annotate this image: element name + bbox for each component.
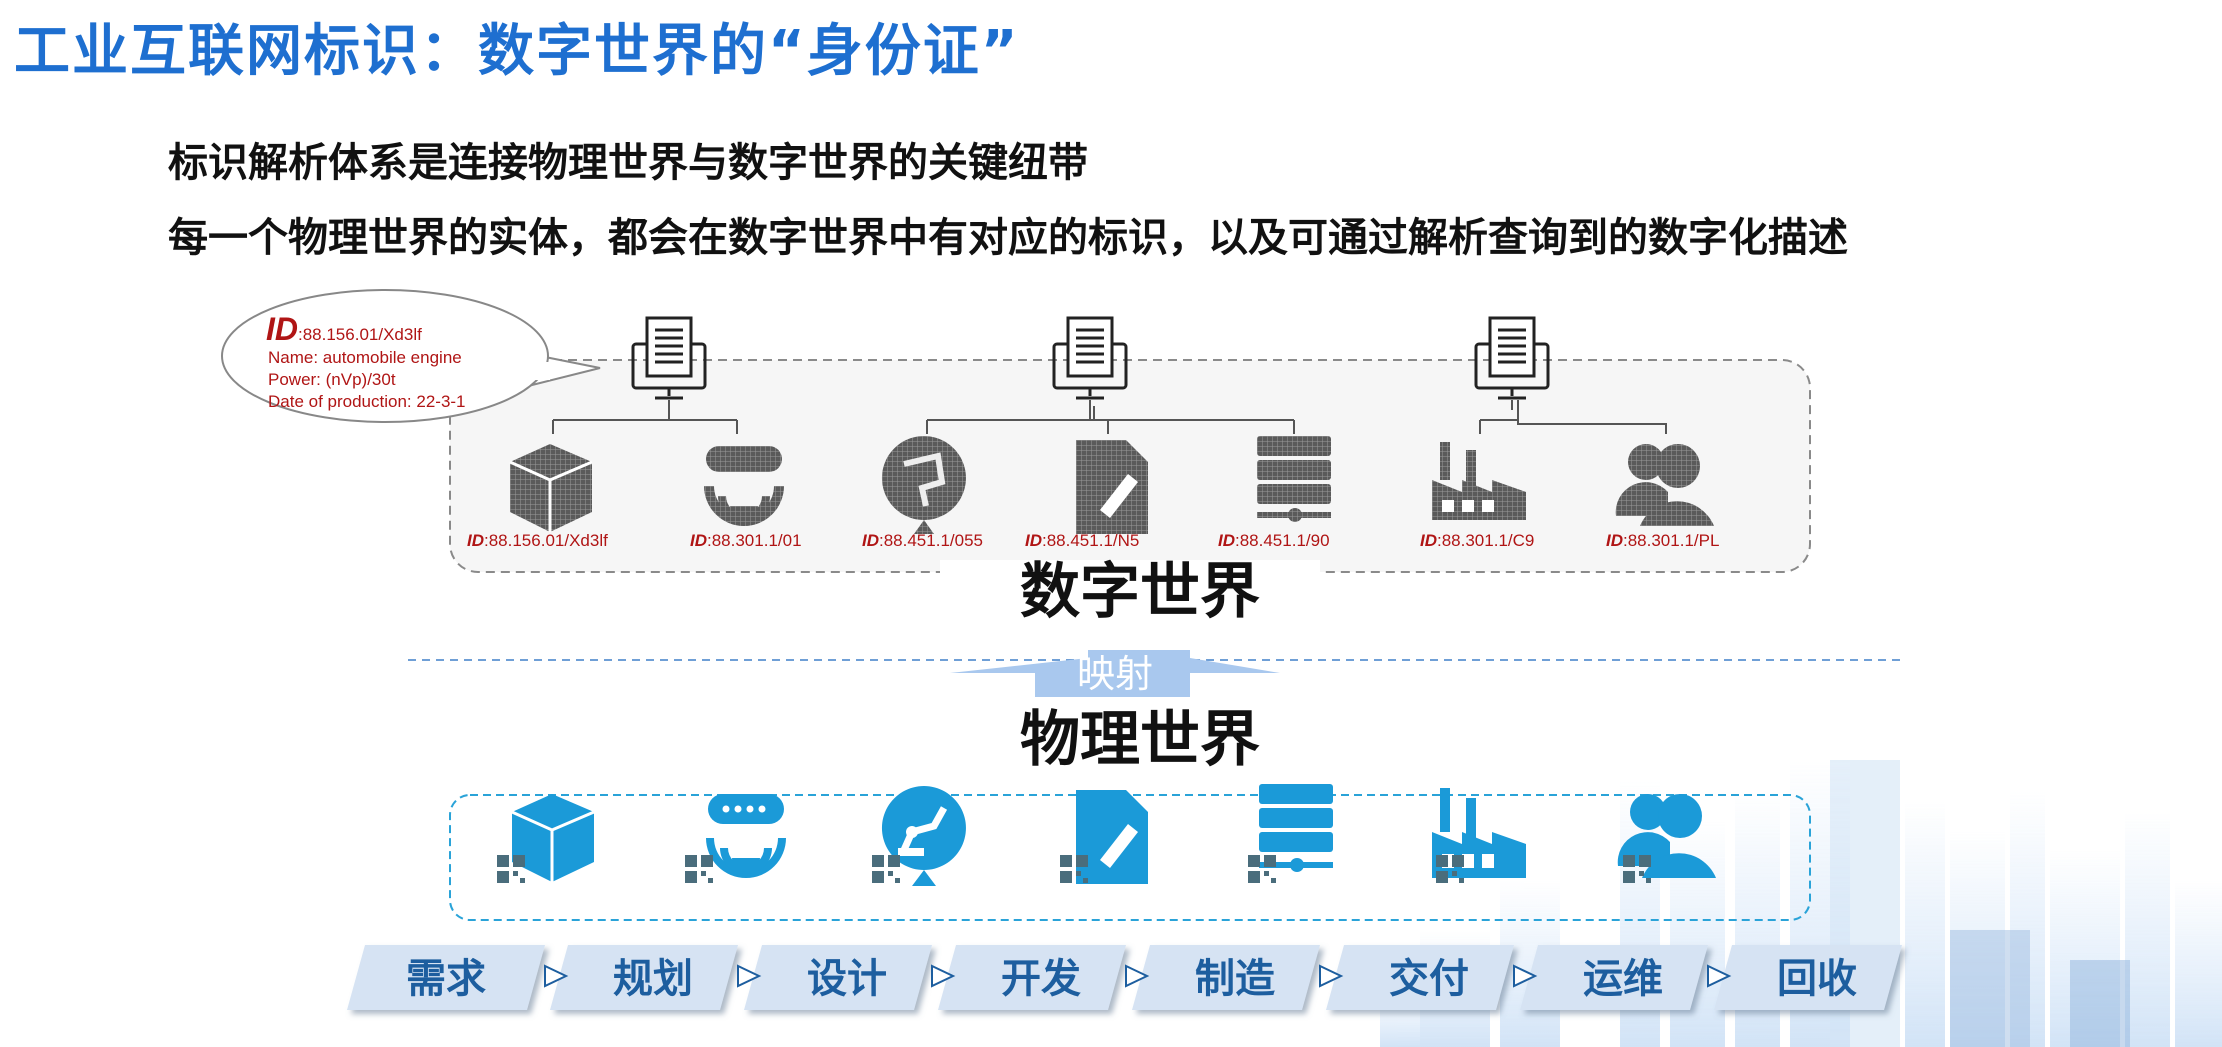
qr-code-icon: [872, 855, 900, 883]
step-label-planning: 规划: [613, 956, 693, 1002]
step-label-design: 设计: [807, 956, 887, 1002]
callout-date: Date of production: 22-3-1: [268, 392, 466, 411]
router-icon: [706, 794, 786, 878]
step-label-recycling: 回收: [1777, 956, 1857, 1002]
id-label-3: ID:88.451.1/N5: [1025, 531, 1139, 550]
qr-code-icon: [497, 855, 525, 883]
id-label-5: ID:88.301.1/C9: [1420, 531, 1534, 550]
digital-world-label: 数字世界: [1020, 557, 1260, 627]
diagram: ID:88.156.01/Xd3lf ID:88.301.1/01 ID:88.…: [221, 289, 2222, 1047]
step-label-operations: 运维: [1583, 956, 1663, 1002]
id-label-2: ID:88.451.1/055: [862, 531, 983, 550]
lifecycle-bar: [347, 945, 1902, 1010]
callout-power: Power: (nVp)/30t: [268, 370, 396, 389]
document-edit-icon: [1076, 440, 1148, 534]
id-label-0: ID:88.156.01/Xd3lf: [467, 531, 608, 550]
step-label-development: 开发: [1001, 956, 1081, 1002]
document-edit-icon: [1076, 790, 1148, 884]
box-icon: [511, 794, 595, 882]
step-label-delivery: 交付: [1389, 956, 1469, 1002]
qr-code-icon: [1248, 855, 1276, 883]
physical-world-label: 物理世界: [1020, 705, 1260, 775]
callout-name: Name: automobile engine: [268, 348, 462, 367]
mapping-label: 映射: [1077, 652, 1153, 696]
step-label-demand: 需求: [406, 956, 486, 1002]
robot-arm-icon: [881, 786, 966, 886]
id-label-4: ID:88.451.1/90: [1218, 531, 1330, 550]
step-label-manufacturing: 制造: [1195, 956, 1275, 1002]
id-label-6: ID:88.301.1/PL: [1606, 531, 1719, 550]
id-label-1: ID:88.301.1/01: [690, 531, 802, 550]
qr-code-icon: [685, 855, 713, 883]
